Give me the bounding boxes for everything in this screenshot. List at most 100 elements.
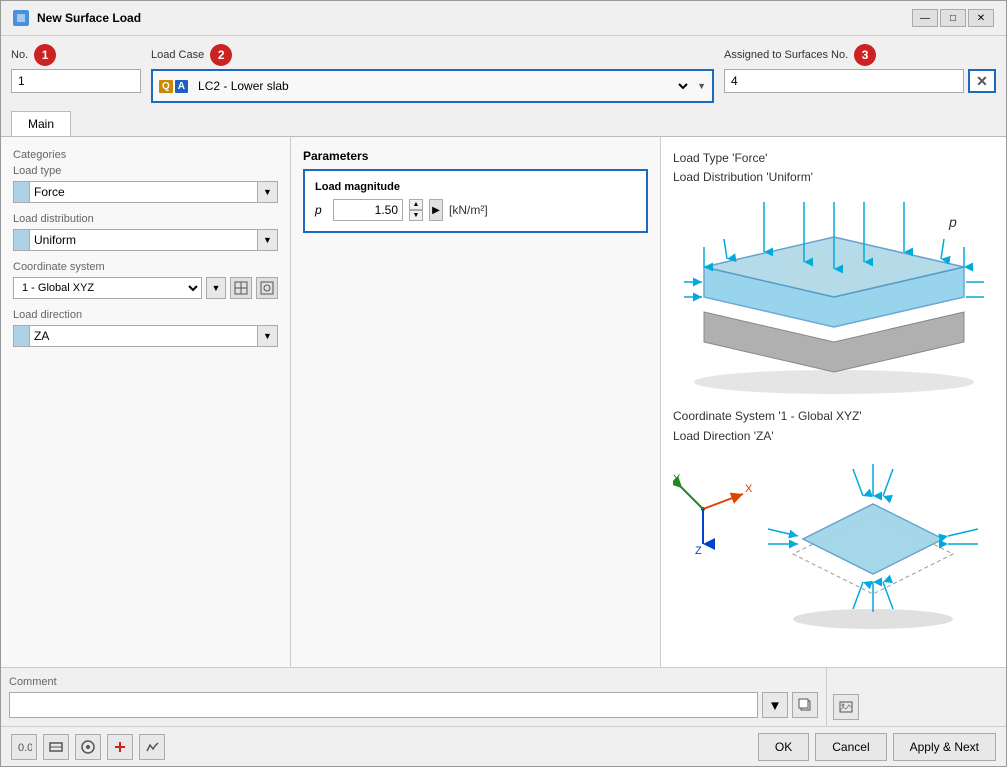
p-spinners: ▲ ▼: [409, 199, 423, 221]
badge-1: 1: [34, 44, 56, 66]
no-input[interactable]: [11, 69, 141, 93]
left-panel: Categories Load type Force ▼ Load distri…: [1, 137, 291, 667]
coord-info-line2: Load Direction 'ZA': [673, 427, 994, 446]
header-row: No. 1 Load Case 2 Q A LC2 - Lower slab ▼: [1, 36, 1006, 111]
load-direction-group: Load direction ZA ▼: [13, 309, 278, 347]
assigned-select-button[interactable]: ✕: [968, 69, 996, 93]
maximize-button[interactable]: □: [940, 9, 966, 27]
cancel-button[interactable]: Cancel: [815, 733, 886, 761]
minimize-button[interactable]: —: [912, 9, 938, 27]
load-distribution-group: Load distribution Uniform ▼: [13, 213, 278, 251]
load-direction-color: [13, 325, 29, 347]
comment-label: Comment: [9, 676, 818, 688]
load-type-info: Load Type 'Force' Load Distribution 'Uni…: [673, 149, 994, 187]
load-type-info-line1: Load Type 'Force': [673, 149, 994, 168]
lc-badge-a: A: [175, 80, 188, 93]
no-label: No.: [11, 49, 28, 61]
no-section: No. 1: [11, 44, 141, 93]
assigned-label: Assigned to Surfaces No.: [724, 49, 848, 61]
load-type-arrow[interactable]: ▼: [258, 181, 278, 203]
load-distribution-color: [13, 229, 29, 251]
coordinate-system-label: Coordinate system: [13, 261, 278, 273]
svg-text:Y: Y: [673, 473, 681, 485]
rotated-surface-svg: [763, 454, 983, 634]
load-diagram-svg: p: [684, 197, 984, 397]
p-unit: [kN/m²]: [449, 203, 488, 217]
rotated-surface: [763, 454, 994, 637]
apply-next-button[interactable]: Apply & Next: [893, 733, 996, 761]
top-diagram: p: [673, 197, 994, 397]
tab-main[interactable]: Main: [11, 111, 71, 137]
svg-text:X: X: [745, 483, 753, 495]
p-input[interactable]: [333, 199, 403, 221]
coordinate-system-row: 1 - Global XYZ ▼: [13, 277, 278, 299]
load-type-select[interactable]: Force: [29, 181, 258, 203]
load-magnitude-label: Load magnitude: [315, 181, 636, 193]
bottom-area: Comment ▼: [1, 667, 1006, 726]
coord-button-2[interactable]: [256, 277, 278, 299]
image-button[interactable]: [833, 694, 859, 720]
coordinate-system-group: Coordinate system 1 - Global XYZ ▼: [13, 261, 278, 299]
window-title: New Surface Load: [37, 11, 904, 25]
coord-button-1[interactable]: [230, 277, 252, 299]
load-type-group: Load type Force ▼: [13, 165, 278, 203]
load-case-label: Load Case: [151, 49, 204, 61]
param-row: p ▲ ▼ ▶ [kN/m²]: [315, 199, 636, 221]
right-comment-area: [826, 668, 1006, 726]
load-type-info-line2: Load Distribution 'Uniform': [673, 168, 994, 187]
load-type-color: [13, 181, 29, 203]
comment-copy-btn[interactable]: [792, 692, 818, 718]
badge-2: 2: [210, 44, 232, 66]
status-buttons: OK Cancel Apply & Next: [758, 733, 996, 761]
middle-panel: Parameters Load magnitude p ▲ ▼ ▶ [kN/m²…: [291, 137, 661, 667]
coord-dropdown-arrow[interactable]: ▼: [206, 277, 226, 299]
load-type-dropdown: Force ▼: [13, 181, 278, 203]
coordinate-system-select[interactable]: 1 - Global XYZ: [13, 277, 202, 299]
load-case-section: Load Case 2 Q A LC2 - Lower slab ▼: [151, 44, 714, 103]
categories-section: Categories Load type Force ▼ Load distri…: [13, 149, 278, 357]
status-icon-1[interactable]: 0.0: [11, 734, 37, 760]
assigned-section: Assigned to Surfaces No. 3 ✕: [724, 44, 996, 93]
coord-info: Coordinate System '1 - Global XYZ' Load …: [673, 407, 994, 445]
p-label: p: [315, 203, 327, 217]
load-distribution-dropdown: Uniform ▼: [13, 229, 278, 251]
load-direction-arrow[interactable]: ▼: [258, 325, 278, 347]
status-icons: 0.0: [11, 734, 165, 760]
parameters-label: Parameters: [303, 149, 648, 163]
close-button[interactable]: ✕: [968, 9, 994, 27]
comment-dropdown-btn[interactable]: ▼: [762, 692, 788, 718]
title-bar: New Surface Load — □ ✕: [1, 1, 1006, 36]
p-increment[interactable]: ▲: [409, 199, 423, 210]
comment-input[interactable]: [9, 692, 758, 718]
load-case-dropdown-arrow: ▼: [697, 81, 706, 91]
assigned-input[interactable]: [724, 69, 964, 93]
status-icon-4[interactable]: [107, 734, 133, 760]
status-icon-3[interactable]: [75, 734, 101, 760]
lc-badge-q: Q: [159, 80, 173, 93]
status-bar: 0.0: [1, 726, 1006, 766]
tabs-row: Main: [1, 111, 1006, 136]
load-direction-label: Load direction: [13, 309, 278, 321]
load-magnitude-box: Load magnitude p ▲ ▼ ▶ [kN/m²]: [303, 169, 648, 233]
load-distribution-select[interactable]: Uniform: [29, 229, 258, 251]
load-direction-select[interactable]: ZA: [29, 325, 258, 347]
status-icon-5[interactable]: [139, 734, 165, 760]
bottom-diagram: X Y Z: [673, 454, 994, 637]
right-panel: Load Type 'Force' Load Distribution 'Uni…: [661, 137, 1006, 667]
load-distribution-label: Load distribution: [13, 213, 278, 225]
svg-text:Z: Z: [695, 545, 702, 554]
coord-info-line1: Coordinate System '1 - Global XYZ': [673, 407, 994, 426]
load-case-select[interactable]: LC2 - Lower slab: [194, 75, 691, 97]
p-arrow-button[interactable]: ▶: [429, 199, 443, 221]
p-decrement[interactable]: ▼: [409, 210, 423, 221]
categories-label: Categories: [13, 149, 278, 161]
svg-text:p: p: [948, 214, 957, 230]
status-icon-2[interactable]: [43, 734, 69, 760]
window-controls: — □ ✕: [912, 9, 994, 27]
coord-axes: X Y Z: [673, 454, 753, 554]
svg-text:0.0: 0.0: [18, 742, 32, 754]
content-area: Categories Load type Force ▼ Load distri…: [1, 136, 1006, 667]
main-window: New Surface Load — □ ✕ No. 1 Load Case 2…: [0, 0, 1007, 767]
load-distribution-arrow[interactable]: ▼: [258, 229, 278, 251]
ok-button[interactable]: OK: [758, 733, 809, 761]
